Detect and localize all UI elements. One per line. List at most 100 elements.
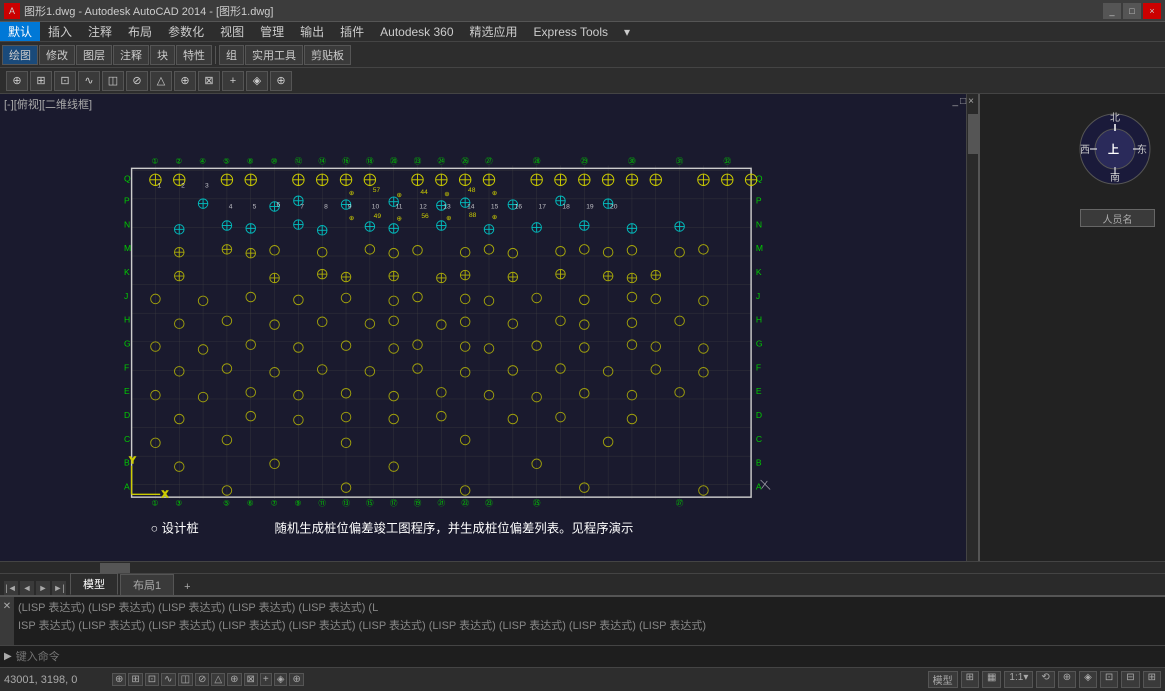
ortho-tool[interactable]: ⊡ [145,673,159,686]
svg-text:D: D [756,410,762,420]
svg-text:⊕: ⊕ [444,191,450,198]
menu-item-4[interactable]: 参数化 [160,22,212,41]
cad-viewport[interactable]: [-][俯视][二维线框] _ □ × [0,94,980,561]
toolbar-icon-11[interactable]: ⊕ [270,71,292,91]
toolbar-icon-7[interactable]: ⊕ [174,71,196,91]
menu-item-7[interactable]: 输出 [292,22,332,41]
menu-item-2[interactable]: 注释 [80,22,120,41]
toolbar-icon-3[interactable]: ∿ [78,71,100,91]
toolbar-icon-0[interactable]: ⊕ [6,71,28,91]
svg-text:⑰: ⑰ [390,499,398,508]
toolbar-icon-1[interactable]: ⊞ [30,71,52,91]
lock-btn[interactable]: ⊕ [1058,671,1076,688]
display-btn[interactable]: ▦ [982,671,1001,688]
vp-min[interactable]: _ [953,96,959,107]
toolbar-icon-8[interactable]: ⊠ [198,71,220,91]
toolbar-icon-2[interactable]: ⊡ [54,71,76,91]
toolbar-tab-绘图[interactable]: 绘图 [2,45,38,65]
svg-text:C: C [756,434,762,444]
toolbar-icon-6[interactable]: △ [150,71,172,91]
svg-text:G: G [124,339,131,349]
svg-text:D: D [124,410,130,420]
toolbar-tab-注释[interactable]: 注释 [113,45,149,65]
hardware-btn[interactable]: ◈ [1079,671,1097,688]
svg-text:上: 上 [1108,142,1119,156]
cmd-prompt-icon: ▶ [4,651,12,662]
ws-tool[interactable]: ⊕ [289,673,303,686]
close-button[interactable]: × [1143,3,1161,19]
menu-item-10[interactable]: 精选应用 [462,22,526,41]
toolbar-tab-剪贴板[interactable]: 剪贴板 [304,45,351,65]
nav-prev[interactable]: ◄ [20,581,34,595]
isolate-btn[interactable]: ⊡ [1100,671,1118,688]
tab-model[interactable]: 模型 [70,573,118,595]
dynin-tool[interactable]: ⊘ [195,673,209,686]
menu-item-5[interactable]: 视图 [212,22,252,41]
menu-item-0[interactable]: 默认 [0,22,40,41]
add-layout-btn[interactable]: + [180,579,194,595]
svg-text:57: 57 [373,187,381,194]
toolbar-icon-9[interactable]: + [222,71,244,91]
layout-grid-btn[interactable]: ⊞ [961,671,979,688]
tp-tool[interactable]: ⊕ [227,673,241,686]
nav-first[interactable]: |◄ [4,581,18,595]
toolbar-tab-实用工具[interactable]: 实用工具 [245,45,303,65]
lw-tool[interactable]: △ [211,673,225,686]
scroll-thumb-v[interactable] [968,114,978,154]
osnap-tool[interactable]: ◫ [178,673,193,686]
svg-text:Y: Y [130,455,136,465]
scroll-thumb-h[interactable] [100,563,130,573]
svg-text:⊕: ⊕ [397,216,403,223]
ui-btn[interactable]: ⊟ [1121,671,1139,688]
minimize-button[interactable]: _ [1103,3,1121,19]
tab-bar: |◄ ◄ ► ►| 模型 布局1 + [0,573,1165,595]
toolbar-tab-修改[interactable]: 修改 [39,45,75,65]
vp-max[interactable]: □ [960,96,966,107]
app-icon: A [4,3,20,19]
menu-item-8[interactable]: 插件 [332,22,372,41]
nav-next[interactable]: ► [36,581,50,595]
menu-bar: 默认插入注释布局参数化视图管理输出插件Autodesk 360精选应用Expre… [0,22,1165,42]
vertical-scrollbar[interactable] [966,94,978,561]
menu-item-3[interactable]: 布局 [120,22,160,41]
svg-text:Q: Q [124,174,131,184]
toolbar-tab-图层[interactable]: 图层 [76,45,112,65]
svg-text:19: 19 [586,203,594,210]
model-btn[interactable]: 模型 [928,671,958,688]
tab-layout1[interactable]: 布局1 [120,574,174,595]
scale-btn[interactable]: 1:1▾ [1004,671,1033,688]
anno-tool[interactable]: ◈ [274,673,288,686]
toolbar-icon-4[interactable]: ◫ [102,71,124,91]
svg-text:3: 3 [205,182,209,189]
svg-text:5: 5 [253,203,257,210]
sel-tool[interactable]: + [260,673,272,686]
vp-close[interactable]: × [968,96,974,107]
window-controls: _ □ × [1103,3,1161,19]
menu-item-12[interactable]: ▾ [616,22,638,41]
toolbar-icon-5[interactable]: ⊘ [126,71,148,91]
maximize-button[interactable]: □ [1123,3,1141,19]
menu-item-9[interactable]: Autodesk 360 [372,22,461,41]
cmd-close-btn[interactable]: ✕ [0,597,14,645]
menu-item-11[interactable]: Express Tools [526,22,616,41]
svg-text:P: P [124,196,130,206]
grid-tool[interactable]: ⊞ [128,673,142,686]
cmd-input[interactable] [16,651,1161,663]
polar-tool[interactable]: ∿ [161,673,175,686]
toolbar-tab-组[interactable]: 组 [219,45,244,65]
user-name-box[interactable]: 人员名 [1080,209,1155,227]
menu-item-1[interactable]: 插入 [40,22,80,41]
nav-last[interactable]: ►| [52,581,66,595]
horizontal-scrollbar[interactable] [0,561,1165,573]
svg-text:2: 2 [181,182,185,189]
snap-tool[interactable]: ⊕ [112,673,126,686]
qp-tool[interactable]: ⊠ [244,673,258,686]
svg-text:A: A [124,482,130,492]
toolbar-icon-10[interactable]: ◈ [246,71,268,91]
toolbar-tab-特性[interactable]: 特性 [176,45,212,65]
ws-select-btn[interactable]: ⊞ [1143,671,1161,688]
svg-text:48: 48 [468,187,476,194]
toolbar-tab-块[interactable]: 块 [150,45,175,65]
menu-item-6[interactable]: 管理 [252,22,292,41]
nav-btn[interactable]: ⟲ [1036,671,1054,688]
